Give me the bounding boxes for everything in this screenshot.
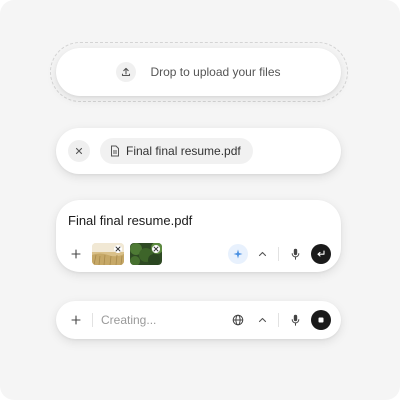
close-icon [115,246,121,252]
attachment-bar: Final final resume.pdf [56,128,341,174]
add-button[interactable] [66,310,86,330]
chevron-up-icon [258,251,266,257]
upload-dropzone[interactable]: Drop to upload your files [56,48,341,96]
plus-icon [71,315,81,325]
chevron-up-icon [258,317,266,323]
stop-button[interactable] [311,310,331,330]
sparkle-icon [233,249,243,259]
file-name: Final final resume.pdf [126,144,241,158]
stop-icon [318,317,324,323]
composer-text[interactable]: Final final resume.pdf [68,213,192,228]
close-icon [153,246,159,252]
divider [92,313,93,327]
file-chip[interactable]: Final final resume.pdf [100,138,253,164]
divider [278,247,279,261]
green-foliage-thumbnail[interactable] [130,243,162,265]
enter-icon [317,249,325,257]
expand-options-button[interactable] [252,244,272,264]
microphone-icon [291,248,299,260]
ai-assist-button[interactable] [228,244,248,264]
voice-input-button[interactable] [285,244,305,264]
wheat-field-thumbnail[interactable] [92,243,124,265]
plus-icon [71,249,81,259]
remove-image-button[interactable] [152,245,160,253]
message-input[interactable] [101,313,201,327]
microphone-icon [291,314,299,326]
canvas-background: Drop to upload your files Final final re… [0,0,400,400]
web-search-button[interactable] [228,310,248,330]
expand-options-button[interactable] [252,310,272,330]
upload-icon [116,62,137,82]
remove-image-button[interactable] [114,245,122,253]
remove-attachment-button[interactable] [68,140,90,162]
add-button[interactable] [66,244,86,264]
send-button[interactable] [311,244,331,264]
upload-label: Drop to upload your files [150,65,281,79]
close-icon [75,147,83,155]
composer: Final final resume.pdf [56,200,341,272]
divider [278,313,279,327]
creating-input-bar [56,301,341,339]
globe-icon [232,314,244,326]
composer-toolbar [66,243,331,265]
voice-input-button[interactable] [285,310,305,330]
document-icon [111,145,119,157]
